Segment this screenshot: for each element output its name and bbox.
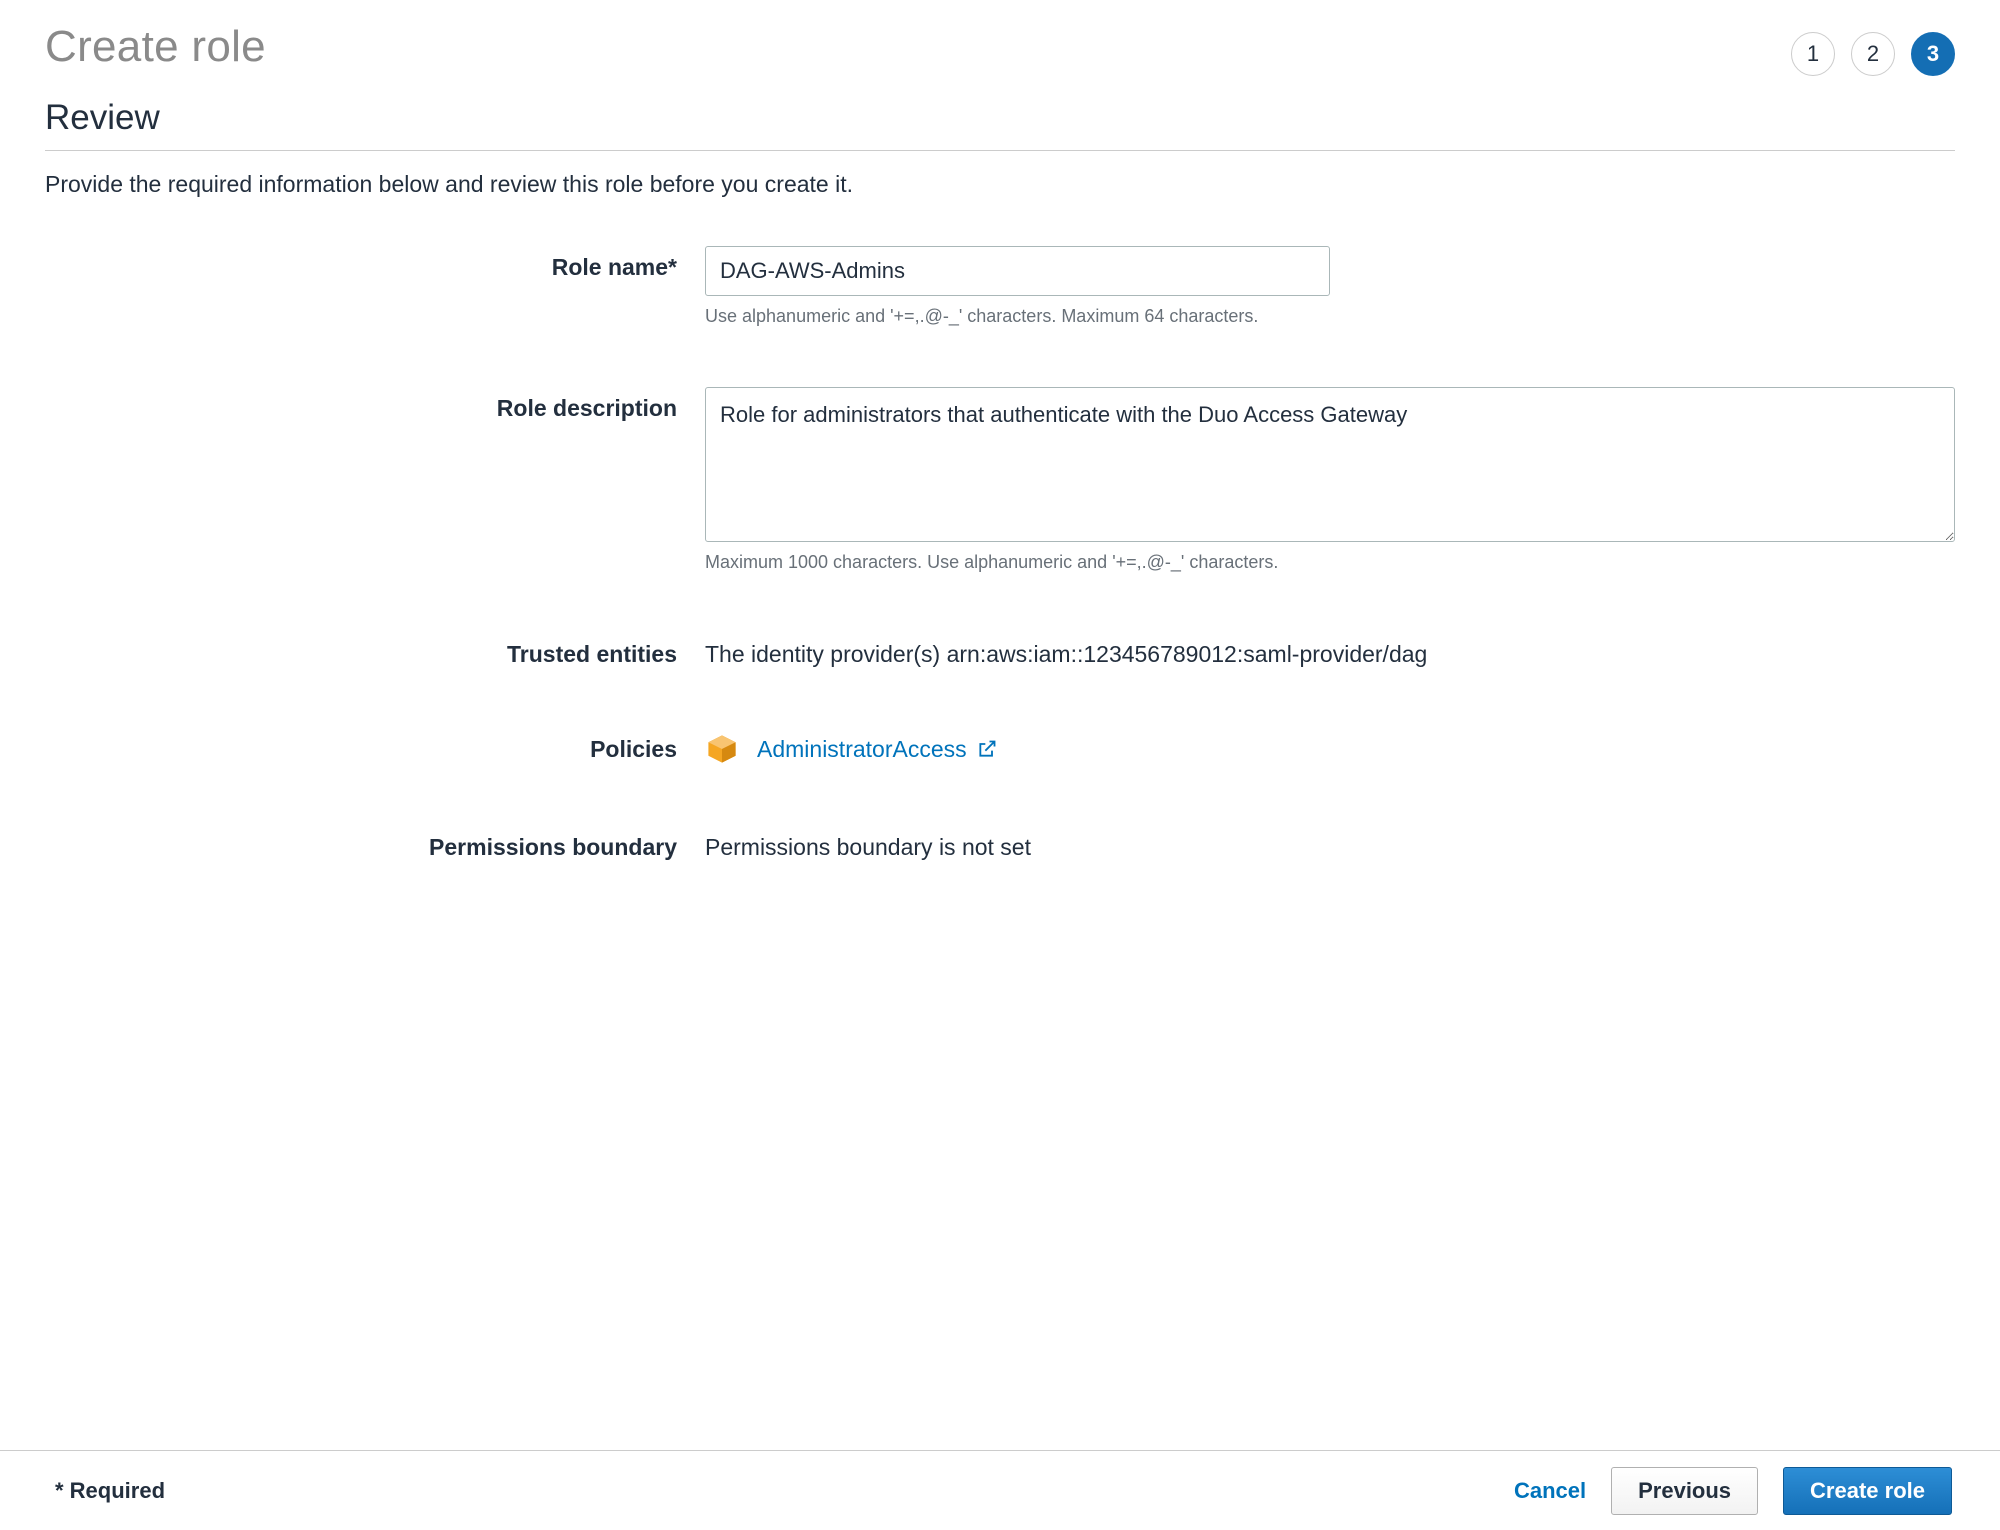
role-description-row: Role description Maximum 1000 characters… xyxy=(45,387,1955,573)
review-subheading: Provide the required information below a… xyxy=(45,171,1955,198)
divider xyxy=(45,150,1955,151)
stepper: 1 2 3 xyxy=(1791,32,1955,76)
role-description-hint: Maximum 1000 characters. Use alphanumeri… xyxy=(705,552,1955,573)
header-row: Create role 1 2 3 xyxy=(45,22,1955,76)
step-3[interactable]: 3 xyxy=(1911,32,1955,76)
policies-label: Policies xyxy=(45,728,705,763)
role-name-row: Role name* Use alphanumeric and '+=,.@-_… xyxy=(45,246,1955,327)
footer-bar: * Required Cancel Previous Create role xyxy=(0,1450,2000,1530)
external-link-icon xyxy=(977,739,997,759)
trusted-entities-value: The identity provider(s) arn:aws:iam::12… xyxy=(705,633,1955,668)
step-2[interactable]: 2 xyxy=(1851,32,1895,76)
permissions-boundary-label: Permissions boundary xyxy=(45,826,705,861)
permissions-boundary-row: Permissions boundary Permissions boundar… xyxy=(45,826,1955,861)
previous-button[interactable]: Previous xyxy=(1611,1467,1758,1515)
required-note: * Required xyxy=(55,1478,165,1504)
role-description-input[interactable] xyxy=(705,387,1955,542)
trusted-entities-row: Trusted entities The identity provider(s… xyxy=(45,633,1955,668)
step-1[interactable]: 1 xyxy=(1791,32,1835,76)
trusted-entities-label: Trusted entities xyxy=(45,633,705,668)
policy-link[interactable]: AdministratorAccess xyxy=(757,736,997,763)
policy-box-icon xyxy=(705,732,739,766)
role-name-input[interactable] xyxy=(705,246,1330,296)
cancel-button[interactable]: Cancel xyxy=(1514,1478,1586,1504)
policies-row: Policies AdministratorAccess xyxy=(45,728,1955,766)
role-name-hint: Use alphanumeric and '+=,.@-_' character… xyxy=(705,306,1955,327)
permissions-boundary-value: Permissions boundary is not set xyxy=(705,826,1955,861)
review-heading: Review xyxy=(45,98,1955,138)
create-role-button[interactable]: Create role xyxy=(1783,1467,1952,1515)
role-name-label: Role name* xyxy=(45,246,705,281)
footer-buttons: Cancel Previous Create role xyxy=(1514,1467,1952,1515)
policy-item: AdministratorAccess xyxy=(705,728,1955,766)
page-title: Create role xyxy=(45,22,266,72)
policy-name: AdministratorAccess xyxy=(757,736,967,763)
role-description-label: Role description xyxy=(45,387,705,422)
